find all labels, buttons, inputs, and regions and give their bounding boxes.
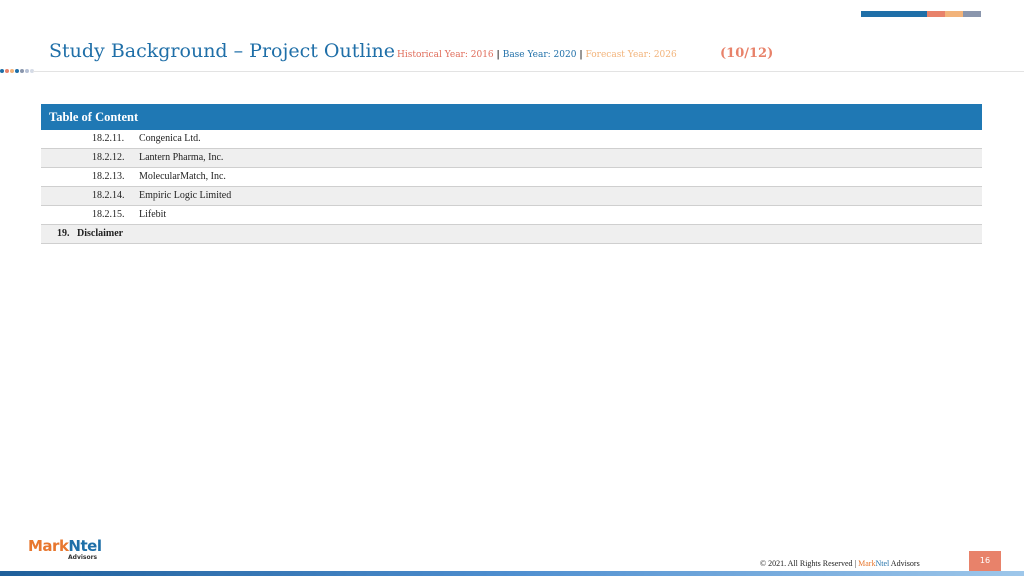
accent-segment-coral (927, 11, 945, 17)
dot (10, 69, 14, 73)
toc-row: 18.2.13. MolecularMatch, Inc. (41, 168, 982, 187)
logo-subtitle: Advisors (68, 554, 98, 561)
dot (20, 69, 24, 73)
logo-mark-text: Mark (28, 537, 69, 555)
page-title: Study Background – Project Outline (49, 40, 396, 62)
markntel-logo: MarkNtel Advisors (28, 536, 102, 561)
toc-row-text: Lantern Pharma, Inc. (139, 152, 224, 163)
footer-bar (0, 571, 1024, 576)
page-number: 16 (969, 551, 1001, 571)
table-of-content: Table of Content 18.2.11. Congenica Ltd. … (41, 104, 982, 244)
logo-wordmark: MarkNtel (28, 537, 102, 555)
toc-row: 18.2.15. Lifebit (41, 206, 982, 225)
toc-row-number: 18.2.13. (92, 171, 125, 182)
dot (25, 69, 29, 73)
accent-strip (861, 11, 981, 17)
toc-row-text: Empiric Logic Limited (139, 190, 232, 201)
accent-segment-grey (963, 11, 981, 17)
dot (15, 69, 19, 73)
toc-row-number: 18.2.14. (92, 190, 125, 201)
accent-segment-peach (945, 11, 963, 17)
toc-row-text: Disclaimer (77, 228, 124, 239)
toc-row-text: MolecularMatch, Inc. (139, 171, 226, 182)
forecast-year: Forecast Year: 2026 (585, 50, 677, 60)
accent-segment-blue (861, 11, 927, 17)
footer-brand-mark: Mark (858, 559, 876, 568)
dot (0, 69, 4, 73)
toc-row: 18.2.12. Lantern Pharma, Inc. (41, 149, 982, 168)
copyright-text: © 2021. All Rights Reserved | (760, 559, 859, 568)
dot (5, 69, 9, 73)
year-separator: | (496, 50, 500, 60)
toc-row-number: 18.2.11. (92, 133, 125, 144)
footer-copyright: © 2021. All Rights Reserved | MarkNtel A… (760, 559, 920, 568)
header-divider (33, 71, 1024, 72)
toc-heading: Table of Content (41, 104, 982, 130)
toc-row: 18.2.11. Congenica Ltd. (41, 130, 982, 149)
toc-row-number: 18.2.15. (92, 209, 125, 220)
logo-ntel-text: Ntel (68, 537, 102, 555)
toc-row-text: Lifebit (139, 209, 167, 220)
toc-row-section: 19. Disclaimer (41, 225, 982, 244)
decorative-dots (0, 69, 34, 73)
toc-row-number: 18.2.12. (92, 152, 125, 163)
toc-row: 18.2.14. Empiric Logic Limited (41, 187, 982, 206)
toc-row-number: 19. (57, 228, 70, 239)
footer-brand-ntel: Ntel (875, 559, 890, 568)
year-separator: | (579, 50, 583, 60)
section-page-count: (10/12) (720, 46, 774, 61)
toc-row-text: Congenica Ltd. (139, 133, 201, 144)
historical-year: Historical Year: 2016 (397, 50, 494, 60)
study-years: Historical Year: 2016 | Base Year: 2020 … (397, 50, 677, 60)
footer-brand-rest: Advisors (889, 559, 920, 568)
base-year: Base Year: 2020 (502, 50, 577, 60)
